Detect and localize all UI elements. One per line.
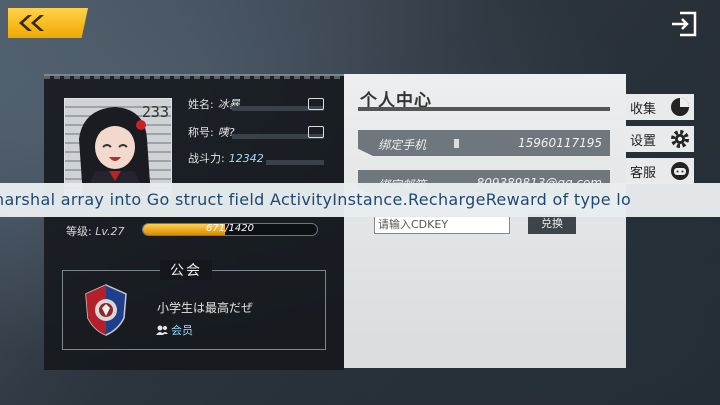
guild-role-label: 会员 [171,324,193,337]
personal-center-panel: 个人中心 绑定手机 15960117195 绑定邮箱 809389813@qq.… [344,74,626,368]
title-label: 称号: [188,126,214,139]
tab-settings-label: 设置 [630,134,657,149]
tab-settings[interactable]: 设置 [626,126,694,152]
pie-chart-icon [671,98,689,116]
redeem-button[interactable]: 兑换 [528,214,576,234]
level-row: 等级: Lv.27 [66,223,124,239]
profile-panel: 233 姓名: 冰暴 称号: 咦? 战斗力: 12342 等级: Lv.27 671/… [44,74,344,370]
phone-icon [454,139,459,148]
power-underline [266,160,324,165]
headset-icon [671,162,689,180]
guild-title: 公会 [160,260,212,280]
phone-label: 绑定手机 [378,138,427,152]
power-label: 战斗力: [188,152,225,165]
phone-field[interactable]: 绑定手机 15960117195 [358,130,610,156]
edit-name-icon[interactable] [308,98,324,110]
power-value: 12342 [228,152,264,165]
power-row: 战斗力: 12342 [188,150,264,166]
guild-role: 会员 [156,322,193,338]
tab-collection[interactable]: 收集 [626,94,694,120]
xp-text: 671/1420 [206,223,254,234]
tab-customer-service-label: 客服 [630,166,657,181]
title-row: 称号: 咦? [188,124,235,140]
tab-customer-service[interactable]: 客服 [626,158,694,184]
error-message: narshal array into Go struct field Activ… [0,190,632,209]
members-icon [156,325,168,335]
guild-name: 小学生は最高だぜ [157,301,254,315]
back-arrow-icon [19,15,44,31]
name-label: 姓名: [188,98,214,111]
avatar-number: 233 [141,103,169,121]
back-button[interactable] [8,8,88,38]
tab-collection-label: 收集 [630,102,657,117]
gear-icon [671,130,689,148]
guild-emblem-icon [85,284,127,336]
level-value: Lv.27 [95,225,125,238]
cdkey-input[interactable]: 请输入CDKEY [374,216,510,234]
title-underline [358,107,610,111]
phone-value: 15960117195 [518,136,602,150]
edit-title-icon[interactable] [308,126,324,138]
exit-icon[interactable] [670,10,698,38]
level-label: 等级: [66,225,92,238]
xp-bar: 671/1420 [142,223,318,236]
error-toast: narshal array into Go struct field Activ… [0,183,720,217]
